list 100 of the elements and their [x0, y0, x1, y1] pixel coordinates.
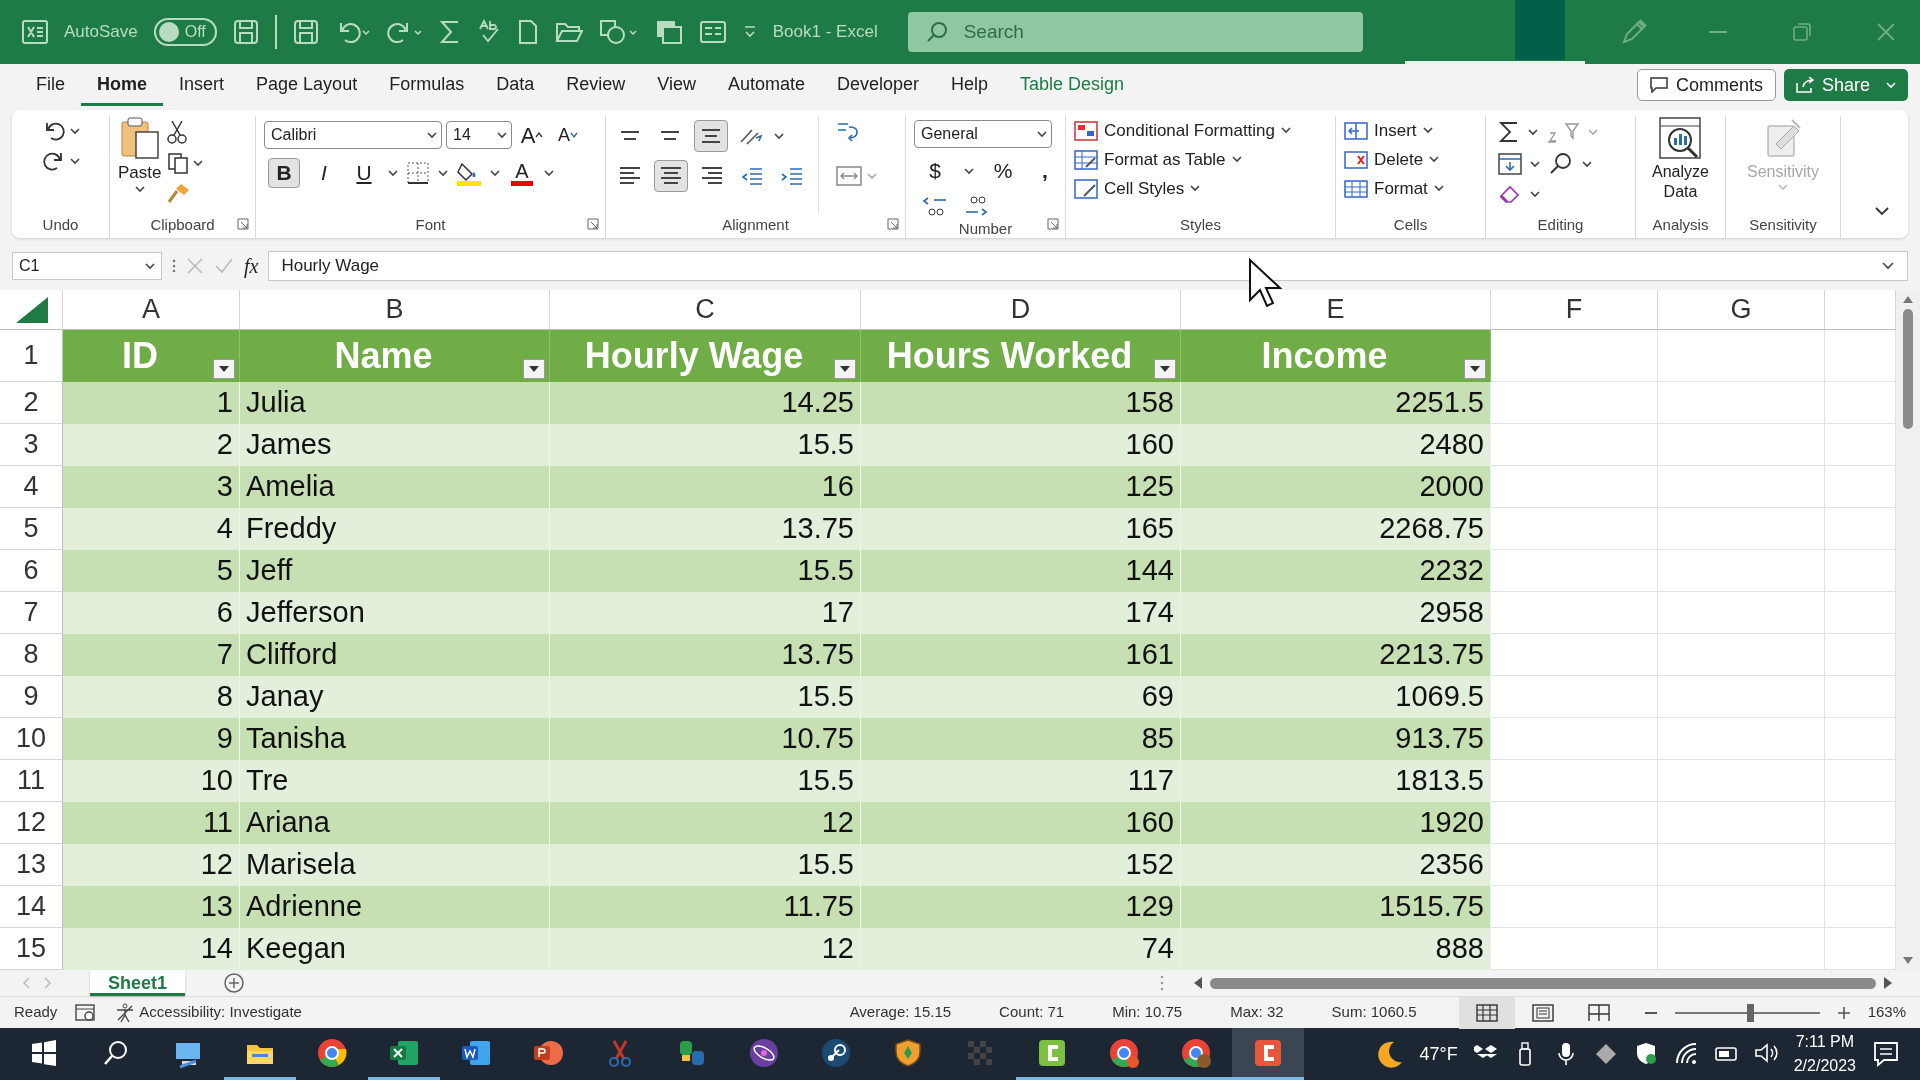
filter-button[interactable] — [1464, 359, 1486, 379]
font-size-field[interactable]: 14 — [446, 121, 512, 149]
filter-button[interactable] — [523, 359, 545, 379]
row-header[interactable]: 4 — [0, 466, 63, 508]
menu-tab[interactable]: Help — [935, 64, 1005, 106]
increase-decimal-icon[interactable] — [922, 194, 948, 218]
empty-cell[interactable] — [1658, 550, 1825, 592]
column-header[interactable]: D — [861, 290, 1181, 330]
align-center-button[interactable] — [654, 160, 688, 192]
save-icon[interactable] — [232, 19, 259, 45]
underline-button[interactable]: U — [348, 158, 380, 188]
filter-button[interactable] — [834, 359, 856, 379]
menu-tab[interactable]: Automate — [711, 64, 821, 106]
row-header[interactable]: 7 — [0, 592, 63, 634]
zoom-in-icon[interactable] — [1837, 1006, 1850, 1019]
row-header[interactable]: 11 — [0, 760, 63, 802]
accessibility-button[interactable]: Accessibility: Investigate — [115, 1001, 302, 1024]
insert-cells-button[interactable]: Insert — [1344, 116, 1444, 145]
add-sheet-icon[interactable] — [223, 972, 246, 994]
sort-filter-icon[interactable] — [1546, 120, 1580, 144]
autosave-toggle[interactable]: Off — [153, 18, 217, 46]
filter-button[interactable] — [213, 359, 235, 379]
restore-icon[interactable] — [1793, 23, 1812, 41]
column-header[interactable]: G — [1658, 290, 1825, 330]
borders-icon[interactable] — [406, 161, 430, 185]
decrease-decimal-icon[interactable] — [964, 194, 990, 218]
empty-cell[interactable] — [1658, 634, 1825, 676]
scroll-up-icon[interactable] — [1903, 296, 1913, 303]
menu-tab[interactable]: Data — [480, 64, 551, 106]
normal-view-button[interactable] — [1458, 996, 1515, 1029]
row-header[interactable]: 12 — [0, 802, 63, 844]
merge-icon[interactable] — [835, 164, 863, 188]
format-as-table-button[interactable]: Format as Table — [1074, 145, 1292, 174]
row-header[interactable]: 6 — [0, 550, 63, 592]
eraser-icon[interactable] — [1498, 184, 1522, 204]
italic-button[interactable]: I — [308, 158, 340, 188]
new-file-icon[interactable] — [516, 19, 539, 45]
conditional-formatting-button[interactable]: Conditional Formatting — [1074, 116, 1292, 145]
zoom-slider-thumb[interactable] — [1747, 1003, 1754, 1022]
percent-button[interactable]: % — [990, 156, 1016, 186]
form-icon[interactable] — [698, 19, 727, 45]
bottom-align-button[interactable] — [694, 120, 728, 152]
font-shrink-button[interactable]: A — [552, 120, 584, 150]
row-header[interactable]: 15 — [0, 928, 63, 970]
font-color-button[interactable]: A — [508, 160, 536, 186]
menu-tab[interactable]: Table Design — [1004, 64, 1141, 106]
format-cells-button[interactable]: Format — [1344, 174, 1444, 203]
notifications-icon[interactable] — [1872, 1040, 1900, 1068]
menu-tab[interactable]: Home — [81, 64, 164, 106]
dialog-launcher-icon[interactable] — [237, 218, 249, 230]
empty-cell[interactable] — [1658, 844, 1825, 886]
menu-tab[interactable]: Formulas — [373, 64, 481, 106]
scroll-left-icon[interactable] — [1194, 977, 1202, 989]
column-header[interactable]: C — [550, 290, 861, 330]
row-header[interactable]: 2 — [0, 382, 63, 424]
open-folder-icon[interactable] — [554, 20, 583, 44]
insert-function-button[interactable]: fx — [244, 251, 259, 281]
search-input[interactable]: Search — [961, 16, 1342, 48]
delete-cells-button[interactable]: Delete — [1344, 145, 1444, 174]
empty-cell[interactable] — [1658, 592, 1825, 634]
more-options-icon[interactable] — [172, 259, 176, 273]
column-header[interactable]: E — [1181, 290, 1491, 330]
empty-cell[interactable] — [1658, 802, 1825, 844]
menu-tab[interactable]: View — [641, 64, 712, 106]
filter-button[interactable] — [1154, 359, 1176, 379]
empty-cell[interactable] — [1658, 508, 1825, 550]
empty-cell[interactable] — [1658, 718, 1825, 760]
macro-recording-icon[interactable] — [75, 1002, 98, 1023]
dialog-launcher-icon[interactable] — [587, 218, 599, 230]
row-header[interactable]: 10 — [0, 718, 63, 760]
row-header[interactable]: 14 — [0, 886, 63, 928]
expand-icon[interactable] — [1881, 261, 1895, 271]
analyze-data-button[interactable]: Analyze Data — [1644, 116, 1717, 214]
column-header[interactable]: A — [63, 290, 240, 330]
row-header[interactable]: 9 — [0, 676, 63, 718]
dialog-launcher-icon[interactable] — [1047, 218, 1059, 230]
menu-tab[interactable]: File — [20, 64, 81, 106]
empty-cell[interactable] — [1658, 466, 1825, 508]
empty-cell[interactable] — [1658, 382, 1825, 424]
row-header[interactable]: 13 — [0, 844, 63, 886]
vertical-scrollbar-thumb[interactable] — [1903, 309, 1913, 429]
number-format-field[interactable]: General — [914, 120, 1052, 148]
sheet-tab[interactable]: Sheet1 — [90, 970, 186, 996]
empty-cell[interactable] — [1658, 886, 1825, 928]
zoom-out-icon[interactable] — [1644, 1011, 1657, 1014]
empty-cell[interactable] — [1658, 676, 1825, 718]
format-painter-icon[interactable] — [167, 182, 192, 204]
copy-icon[interactable] — [167, 152, 190, 174]
share-button[interactable]: Share — [1783, 69, 1908, 101]
font-grow-button[interactable]: A — [516, 120, 548, 150]
comma-button[interactable]: , — [1032, 156, 1058, 186]
formula-input[interactable]: Hourly Wage — [268, 251, 1908, 281]
close-icon[interactable] — [1877, 23, 1896, 41]
empty-cell[interactable] — [1658, 330, 1825, 382]
taskbar-button[interactable] — [1232, 1028, 1304, 1080]
fill-color-icon[interactable] — [456, 160, 482, 186]
row-header[interactable]: 8 — [0, 634, 63, 676]
minimize-icon[interactable] — [1709, 31, 1728, 33]
select-all-button[interactable] — [0, 290, 63, 330]
menu-tab[interactable]: Page Layout — [240, 64, 374, 106]
